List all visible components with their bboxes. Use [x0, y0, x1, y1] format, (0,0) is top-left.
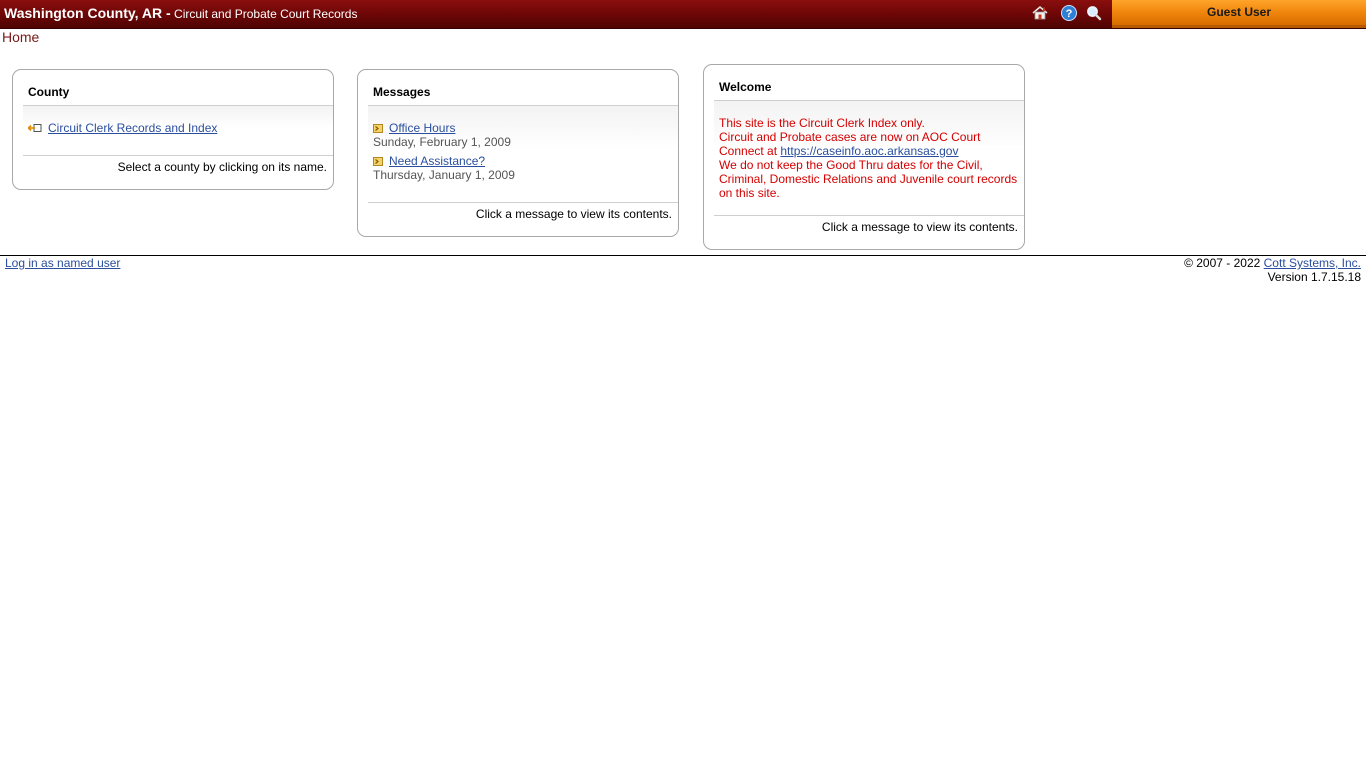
welcome-panel-body: This site is the Circuit Clerk Index onl… [714, 100, 1024, 216]
welcome-line-3: Connect at [719, 144, 781, 158]
site-title: Washington County, AR - Circuit and Prob… [4, 5, 357, 21]
message-link-office-hours[interactable]: Office Hours [389, 121, 455, 135]
copyright: © 2007 - 2022 Cott Systems, Inc. Version… [1184, 256, 1361, 284]
welcome-panel: Welcome This site is the Circuit Clerk I… [703, 64, 1025, 250]
message-icon [373, 122, 383, 136]
message-link-need-assistance[interactable]: Need Assistance? [389, 154, 485, 168]
enter-arrow-icon [27, 122, 42, 136]
welcome-line-2: Circuit and Probate cases are now on AOC… [719, 130, 981, 144]
user-indicator[interactable]: Guest User [1112, 0, 1366, 28]
list-item: Office Hours [373, 121, 455, 136]
welcome-line-4: We do not keep the Good Thru dates for t… [719, 158, 1018, 200]
county-link[interactable]: Circuit Clerk Records and Index [48, 121, 217, 135]
list-item: Circuit Clerk Records and Index [27, 121, 217, 136]
welcome-message: This site is the Circuit Clerk Index onl… [719, 116, 1024, 200]
messages-panel-body: Office Hours Sunday, February 1, 2009 Ne… [368, 105, 678, 203]
version-text: Version 1.7.15.18 [1267, 270, 1361, 284]
site-title-county: Washington County, AR - [4, 5, 171, 21]
county-panel: County Circuit Clerk Records and Index S… [12, 69, 334, 190]
welcome-line-1: This site is the Circuit Clerk Index onl… [719, 116, 925, 130]
breadcrumb[interactable]: Home [2, 29, 39, 45]
site-title-subtitle: Circuit and Probate Court Records [174, 7, 358, 21]
message-icon [373, 155, 383, 169]
svg-text:?: ? [1066, 8, 1073, 20]
footer-divider [0, 255, 1366, 256]
welcome-panel-footer: Click a message to view its contents. [821, 220, 1018, 234]
message-date: Thursday, January 1, 2009 [373, 168, 515, 182]
county-panel-footer: Select a county by clicking on its name. [117, 160, 327, 174]
search-icon[interactable] [1085, 4, 1103, 22]
company-link[interactable]: Cott Systems, Inc. [1264, 256, 1361, 270]
welcome-panel-title: Welcome [719, 80, 772, 94]
copyright-text: © 2007 - 2022 [1184, 256, 1264, 270]
help-icon[interactable]: ? [1060, 4, 1078, 22]
aoc-link[interactable]: https://caseinfo.aoc.arkansas.gov [780, 144, 958, 158]
login-named-user-link[interactable]: Log in as named user [5, 256, 120, 270]
message-date: Sunday, February 1, 2009 [373, 135, 511, 149]
messages-panel-title: Messages [373, 85, 431, 99]
list-item: Need Assistance? [373, 154, 485, 169]
messages-panel: Messages Office Hours Sunday, February 1… [357, 69, 679, 237]
messages-panel-footer: Click a message to view its contents. [475, 207, 672, 221]
home-icon[interactable] [1031, 4, 1049, 22]
county-panel-title: County [28, 85, 70, 99]
header-bar: Washington County, AR - Circuit and Prob… [0, 0, 1366, 29]
county-panel-body: Circuit Clerk Records and Index [23, 105, 333, 156]
